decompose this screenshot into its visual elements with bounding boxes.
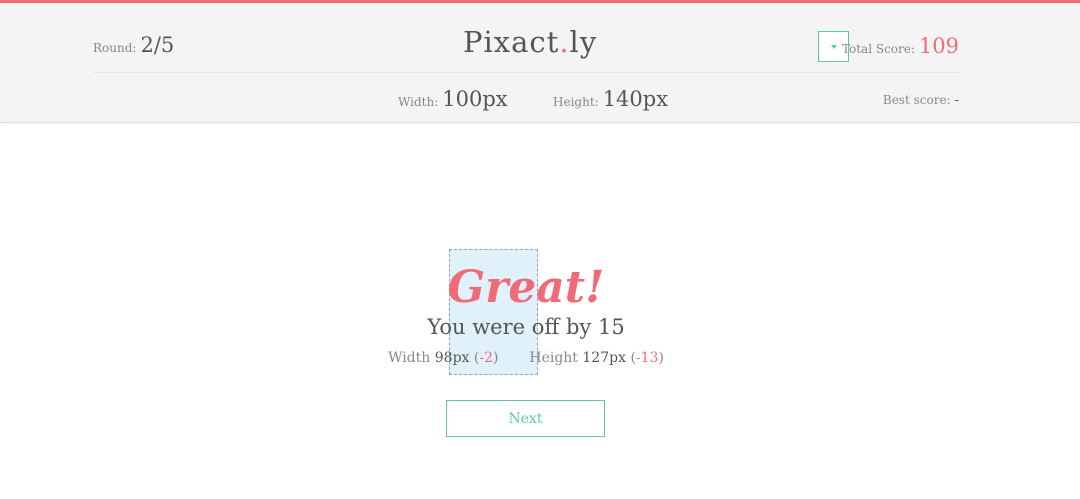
target-width-value: 100px: [442, 87, 508, 111]
result-width-diff: -2: [479, 350, 493, 366]
result-height-label: Height: [529, 350, 578, 366]
off-by-message: You were off by 15: [427, 315, 625, 339]
total-score: Total Score: 109: [842, 34, 959, 58]
logo-text-2: ly: [569, 25, 598, 59]
best-score: Best score: -: [883, 93, 959, 108]
app-logo: Pixact.ly: [463, 25, 597, 59]
best-score-label: Best score:: [882, 93, 951, 107]
result-details: Width 98px (-2) Height 127px (-13): [388, 350, 664, 366]
target-width-label: Width:: [398, 95, 439, 109]
result-width-label: Width: [388, 350, 431, 366]
target-height-value: 140px: [602, 87, 669, 111]
round-label: Round:: [93, 41, 137, 55]
round-value: 2/5: [140, 33, 175, 57]
result-title: Great!: [447, 262, 605, 313]
logo-dot: .: [559, 25, 570, 59]
total-score-value: 109: [918, 34, 959, 58]
round-indicator: Round: 2/5: [93, 33, 174, 57]
result-height-value: 127px: [582, 350, 626, 366]
result-width-value: 98px: [434, 350, 470, 366]
target-height-label: Height:: [553, 95, 599, 109]
chevron-down-icon: [830, 44, 837, 49]
target-width: Width: 100px: [398, 87, 508, 111]
target-height: Height: 140px: [553, 87, 668, 111]
header: Round: 2/5 Pixact.ly Total Score: 109 Wi…: [0, 3, 1080, 123]
header-divider: [93, 72, 959, 73]
total-score-label: Total Score:: [841, 42, 915, 56]
best-score-value: -: [954, 93, 959, 108]
result-height-diff: -13: [635, 350, 659, 366]
next-button[interactable]: Next: [446, 400, 605, 437]
logo-text-1: Pixact: [463, 25, 560, 59]
